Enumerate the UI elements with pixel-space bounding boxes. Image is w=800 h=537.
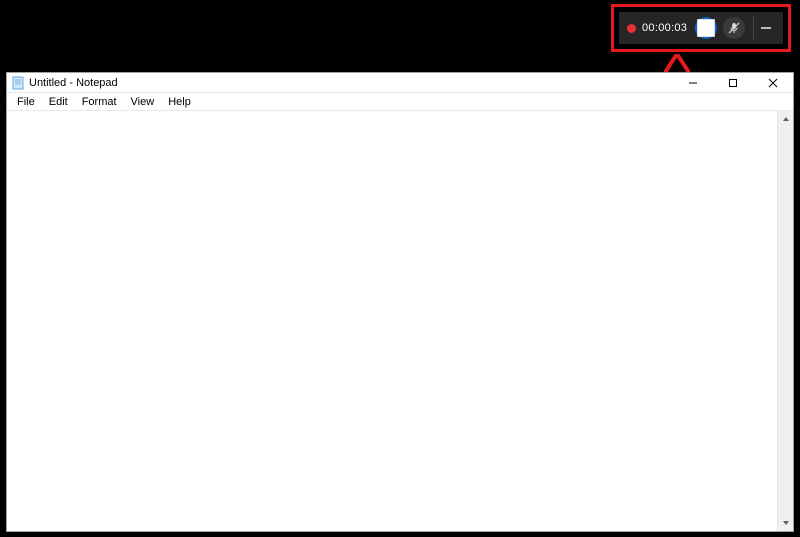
minimize-icon [761,27,771,29]
maximize-window-button[interactable] [713,73,753,92]
minimize-window-button[interactable] [673,73,713,92]
close-window-button[interactable] [753,73,793,92]
scroll-up-button[interactable] [778,111,793,127]
menu-help[interactable]: Help [162,95,197,109]
recording-indicator-icon [627,24,636,33]
recording-timer: 00:00:03 [642,22,687,34]
recording-bar: 00:00:03 [619,12,783,44]
menubar: File Edit Format View Help [7,93,793,111]
stop-recording-button[interactable] [695,17,717,39]
scroll-down-button[interactable] [778,515,793,531]
collapse-recording-bar-button[interactable] [753,16,777,40]
notepad-app-icon [11,76,25,90]
menu-edit[interactable]: Edit [43,95,74,109]
window-title: Untitled - Notepad [29,77,673,89]
menu-file[interactable]: File [11,95,41,109]
window-controls [673,73,793,92]
notepad-window: Untitled - Notepad File Edit Format View… [6,72,794,532]
microphone-muted-button[interactable] [723,17,745,39]
recording-bar-highlight: 00:00:03 [611,4,791,52]
editor-area [7,111,793,531]
vertical-scrollbar[interactable] [777,111,793,531]
menu-format[interactable]: Format [76,95,123,109]
text-editor[interactable] [7,111,777,531]
menu-view[interactable]: View [125,95,161,109]
titlebar[interactable]: Untitled - Notepad [7,73,793,93]
